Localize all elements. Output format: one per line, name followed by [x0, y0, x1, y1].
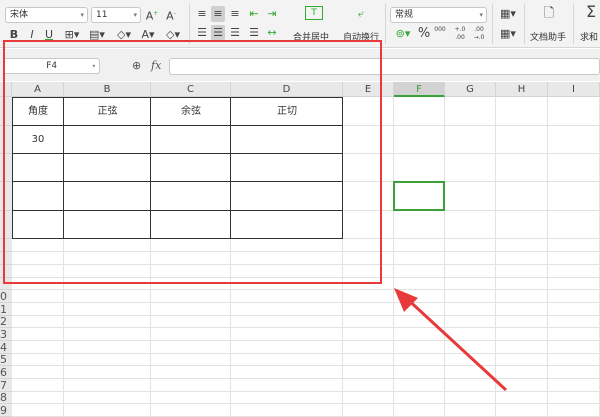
chevron-down-icon: ▾	[479, 11, 483, 19]
column-header-F[interactable]: F	[394, 82, 445, 97]
chevron-down-icon: ▾	[80, 11, 84, 19]
align-left-icon[interactable]: ☰	[195, 25, 209, 41]
table-style-icon[interactable]: ▦▾	[498, 26, 518, 42]
indent-increase-icon[interactable]: ⇥	[265, 6, 279, 22]
align-center-icon[interactable]: ☰	[211, 25, 225, 41]
align-right-icon[interactable]: ☰	[228, 25, 242, 41]
selected-cell-F4[interactable]	[393, 181, 445, 211]
row-header[interactable]: 3	[0, 328, 12, 341]
number-format-value: 常规	[395, 10, 414, 20]
align-bottom-icon[interactable]: ≡	[228, 6, 242, 22]
row-header[interactable]: 9	[0, 404, 12, 417]
row-header[interactable]: 5	[0, 354, 12, 366]
chevron-down-icon: ▾	[133, 11, 137, 19]
font-name-value: 宋体	[10, 10, 29, 20]
font-size-select[interactable]: 11 ▾	[91, 7, 141, 23]
decrease-decimal-button[interactable]: .00 →.0	[471, 26, 487, 42]
currency-icon[interactable]: ⊚▾	[392, 26, 414, 42]
gridline	[547, 97, 548, 417]
number-format-select[interactable]: 常规 ▾	[390, 7, 487, 23]
row-header[interactable]: 8	[0, 392, 12, 404]
divider	[573, 4, 574, 44]
percent-button[interactable]: %	[417, 26, 431, 42]
sum-button[interactable]: 求和	[580, 30, 598, 43]
divider	[524, 4, 525, 44]
doc-helper-button[interactable]: 文档助手	[530, 30, 566, 43]
row-header[interactable]: 6	[0, 366, 12, 379]
gridline	[12, 403, 600, 404]
doc-helper-icon[interactable]: 🗋	[541, 6, 557, 22]
wrap-text-icon[interactable]: ⤶	[352, 6, 370, 22]
highlight-box	[3, 40, 382, 284]
conditional-format-icon[interactable]: ▦▾	[498, 6, 518, 22]
column-header-G[interactable]: G	[445, 82, 496, 97]
row-header[interactable]: 0	[0, 290, 12, 303]
align-middle-icon[interactable]: ≡	[211, 6, 225, 22]
font-size-value: 11	[96, 10, 108, 20]
merge-center-icon[interactable]: T	[305, 6, 323, 20]
distribute-icon[interactable]: ↔	[265, 25, 279, 41]
row-header[interactable]: 1	[0, 303, 12, 316]
align-top-icon[interactable]: ≡	[195, 6, 209, 22]
thousands-button[interactable]: 000	[433, 26, 447, 42]
divider	[385, 4, 386, 44]
indent-decrease-icon[interactable]: ⇤	[247, 6, 261, 22]
divider	[492, 4, 493, 44]
sum-icon[interactable]: Σ	[583, 4, 599, 20]
decrease-font-icon[interactable]: A-	[164, 6, 178, 23]
row-header[interactable]: 7	[0, 379, 12, 392]
font-name-select[interactable]: 宋体 ▾	[5, 7, 88, 23]
arrow-annotation	[394, 288, 508, 392]
increase-decimal-button[interactable]: +.0 .00	[452, 26, 468, 42]
column-header-H[interactable]: H	[496, 82, 548, 97]
row-header[interactable]: 2	[0, 316, 12, 328]
divider	[189, 4, 190, 44]
justify-icon[interactable]: ☰	[247, 25, 261, 41]
row-header[interactable]: 4	[0, 341, 12, 354]
increase-font-icon[interactable]: A+	[145, 6, 159, 23]
column-header-I[interactable]: I	[548, 82, 600, 97]
